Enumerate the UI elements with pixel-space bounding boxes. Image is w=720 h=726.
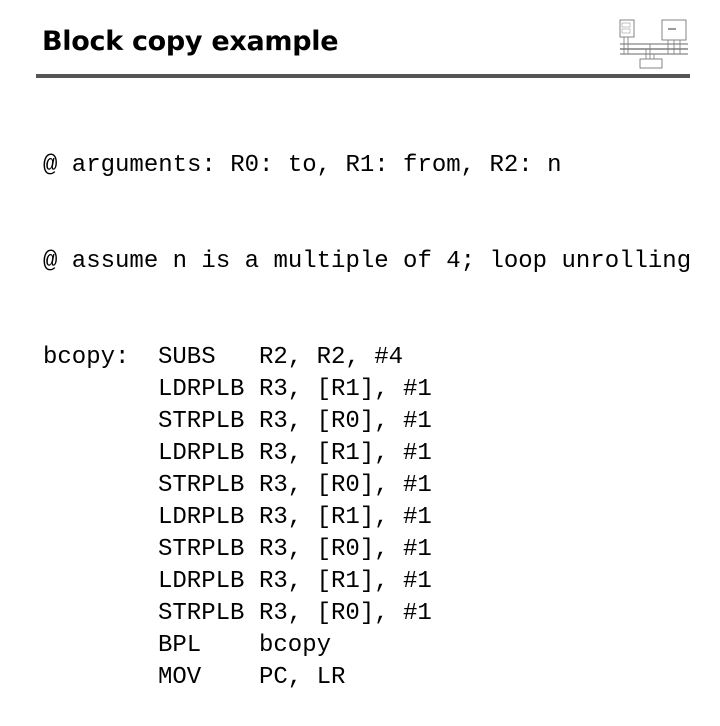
instruction-line: STRPLB R3, [R0], #1	[43, 406, 691, 438]
instruction-operands: R2, R2, #4	[259, 344, 404, 371]
memory-label	[668, 28, 676, 30]
processor-sub-block	[621, 28, 631, 34]
instruction-opcode: LDRPLB	[158, 440, 245, 467]
instruction-operands: bcopy	[259, 632, 332, 659]
system-block-diagram-icon	[619, 19, 688, 69]
instruction-line: BPL bcopy	[43, 630, 691, 662]
instruction-operands: R3, [R1], #1	[259, 440, 432, 467]
instruction-line: STRPLB R3, [R0], #1	[43, 534, 691, 566]
instruction-line: LDRPLB R3, [R1], #1	[43, 438, 691, 470]
instruction-line: LDRPLB R3, [R1], #1	[43, 374, 691, 406]
instruction-opcode: LDRPLB	[158, 376, 245, 403]
instruction-opcode: STRPLB	[158, 472, 245, 499]
instruction-operands: R3, [R0], #1	[259, 536, 432, 563]
instruction-operands: R3, [R0], #1	[259, 472, 432, 499]
instruction-opcode: STRPLB	[158, 408, 245, 435]
instruction-operands: R3, [R1], #1	[259, 504, 432, 531]
instruction-opcode: STRPLB	[158, 536, 245, 563]
instruction-line: STRPLB R3, [R0], #1	[43, 470, 691, 502]
assembly-code-listing: @ arguments: R0: to, R1: from, R2: n @ a…	[43, 86, 691, 726]
instruction-operands: R3, [R1], #1	[259, 568, 432, 595]
processor-block	[619, 19, 635, 38]
instruction-line: MOV PC, LR	[43, 662, 691, 694]
instruction-line: bcopy: SUBS R2, R2, #4	[43, 342, 691, 374]
slide-title: Block copy example	[42, 26, 339, 57]
instruction-operands: R3, [R0], #1	[259, 408, 432, 435]
instruction-opcode: MOV	[158, 664, 202, 691]
instruction-line: STRPLB R3, [R0], #1	[43, 598, 691, 630]
instruction-opcode: BPL	[158, 632, 202, 659]
io-block	[639, 58, 663, 69]
instruction-operands: PC, LR	[259, 664, 346, 691]
processor-sub-block	[621, 22, 631, 28]
instruction-opcode: LDRPLB	[158, 504, 245, 531]
instruction-operands: R3, [R1], #1	[259, 376, 432, 403]
code-comment: @ arguments: R0: to, R1: from, R2: n	[43, 152, 562, 179]
title-underline	[36, 74, 690, 78]
instruction-operands: R3, [R0], #1	[259, 600, 432, 627]
instruction-opcode: LDRPLB	[158, 568, 245, 595]
instruction-opcode: SUBS	[158, 344, 216, 371]
instruction-opcode: STRPLB	[158, 600, 245, 627]
instruction-line: LDRPLB R3, [R1], #1	[43, 566, 691, 598]
instruction-label: bcopy:	[43, 344, 130, 371]
instruction-list: bcopy: SUBS R2, R2, #4 LDRPLB R3, [R1], #1 ST…	[43, 342, 691, 694]
code-comment: @ assume n is a multiple of 4; loop unro…	[43, 248, 692, 275]
instruction-line: LDRPLB R3, [R1], #1	[43, 502, 691, 534]
